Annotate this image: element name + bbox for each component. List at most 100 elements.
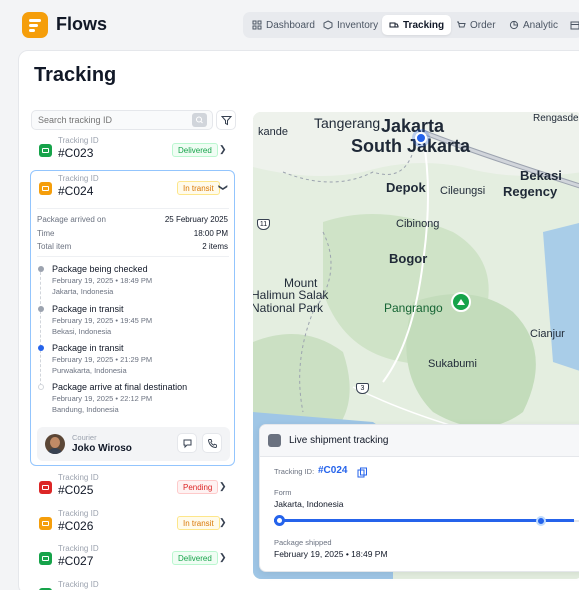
cart-icon bbox=[457, 21, 466, 28]
chevron-right-icon[interactable]: ❯ bbox=[219, 552, 227, 563]
timeline-connector bbox=[40, 272, 41, 309]
truck-icon bbox=[389, 22, 399, 28]
shipment-icon bbox=[39, 481, 52, 494]
main-nav: Dashboard Inventory Tracking Order Analy… bbox=[243, 12, 579, 38]
map-label: Regency bbox=[503, 184, 558, 199]
tracking-id-label: Tracking ID bbox=[58, 473, 99, 482]
timeline-connector bbox=[40, 350, 41, 386]
top-bar: Flows Dashboard Inventory Tracking Order… bbox=[0, 0, 579, 50]
nav-tracking[interactable]: Tracking bbox=[382, 15, 452, 35]
chat-button[interactable] bbox=[177, 433, 197, 453]
shipment-icon bbox=[39, 517, 52, 530]
map-label: Jakarta bbox=[381, 116, 445, 136]
nav-dashboard[interactable]: Dashboard bbox=[245, 15, 322, 35]
from-value: Jakarta, Indonesia bbox=[274, 499, 344, 509]
status-badge: Delivered bbox=[172, 143, 218, 157]
live-tracking-title: Live shipment tracking bbox=[289, 435, 389, 446]
chevron-down-icon[interactable]: ❯ bbox=[217, 184, 228, 192]
brand-name: Flows bbox=[56, 14, 108, 34]
nav-label: Analytic bbox=[523, 19, 559, 31]
tracking-id: #C023 bbox=[58, 146, 94, 160]
chevron-right-icon[interactable]: ❯ bbox=[219, 517, 227, 528]
live-tracking-card: Live shipment tracking Tracking ID: #C02… bbox=[259, 424, 579, 572]
map-label: Cileungsi bbox=[440, 185, 486, 197]
shipment-icon bbox=[39, 552, 52, 565]
map-label: Depok bbox=[386, 180, 426, 195]
nav-label: Inventory bbox=[337, 19, 379, 31]
map-label: Tangerang bbox=[314, 115, 381, 131]
nav-label: Order bbox=[470, 19, 496, 31]
list-item[interactable]: Tracking ID #C026 In transit ❯ bbox=[31, 507, 235, 541]
time-value: 18:00 PM bbox=[193, 229, 228, 238]
call-button[interactable] bbox=[202, 433, 222, 453]
courier-label: Courier bbox=[72, 433, 97, 442]
tracking-id: #C026 bbox=[58, 519, 94, 533]
list-item[interactable]: Tracking ID #C027 Delivered ❯ bbox=[31, 542, 235, 576]
timeline-title: Package in transit bbox=[52, 304, 124, 314]
list-item[interactable]: Tracking ID #C023 Delivered ❯ bbox=[31, 134, 235, 168]
nav-inventory[interactable]: Inventory bbox=[316, 15, 385, 35]
chevron-right-icon[interactable]: ❯ bbox=[219, 144, 227, 155]
nav-order[interactable]: Order bbox=[449, 15, 503, 35]
calendar-icon bbox=[570, 21, 579, 30]
chevron-right-icon[interactable]: ❯ bbox=[219, 481, 227, 492]
tracking-id-label: Tracking ID bbox=[58, 544, 99, 553]
nav-analytic[interactable]: Analytic bbox=[502, 15, 565, 35]
nav-label: Tracking bbox=[403, 19, 445, 31]
filter-button[interactable] bbox=[216, 110, 236, 130]
shipment-icon bbox=[39, 182, 52, 195]
map-label: Pangrango bbox=[384, 301, 443, 315]
search-button[interactable] bbox=[192, 113, 207, 127]
map-label: National Park bbox=[253, 301, 324, 315]
map-label: kande bbox=[258, 126, 288, 138]
list-item[interactable]: Tracking ID bbox=[31, 578, 235, 590]
chat-icon bbox=[183, 439, 191, 448]
search-input[interactable] bbox=[31, 110, 213, 130]
route-progress bbox=[274, 515, 579, 526]
timeline-place: Bandung, Indonesia bbox=[52, 405, 119, 414]
arrived-label: Package arrived on bbox=[37, 215, 106, 224]
map-label: Halimun Salak bbox=[253, 288, 329, 302]
copy-button[interactable] bbox=[357, 465, 368, 483]
live-tracking-header: Live shipment tracking bbox=[260, 425, 579, 457]
tracking-id-value: #C024 bbox=[318, 465, 348, 476]
shipment-icon bbox=[39, 144, 52, 157]
timeline-date: February 19, 2025 • 21:29 PM bbox=[52, 355, 153, 364]
status-badge: In transit bbox=[177, 181, 220, 195]
tracking-id: #C024 bbox=[58, 184, 94, 198]
map-label: Cianjur bbox=[530, 328, 565, 340]
tracking-id-label: Tracking ID bbox=[58, 509, 99, 518]
map-label: Sukabumi bbox=[428, 358, 477, 370]
timeline-title: Package arrive at final destination bbox=[52, 382, 188, 392]
tracking-id: #C027 bbox=[58, 554, 94, 568]
list-item[interactable]: Tracking ID #C025 Pending ❯ bbox=[31, 471, 235, 505]
pie-icon bbox=[509, 20, 519, 30]
timeline-date: February 19, 2025 • 19:45 PM bbox=[52, 316, 153, 325]
timeline-place: Bekasi, Indonesia bbox=[52, 327, 112, 336]
list-item-expanded[interactable]: Tracking ID #C024 In transit ❯ bbox=[31, 172, 235, 206]
timeline-dot bbox=[38, 266, 44, 272]
tracking-id-label: Tracking ID bbox=[58, 174, 99, 183]
arrived-value: 25 February 2025 bbox=[164, 215, 228, 224]
total-value: 2 items bbox=[202, 242, 228, 251]
timeline-place: Purwakarta, Indonesia bbox=[52, 366, 127, 375]
status-badge: In transit bbox=[177, 516, 220, 530]
grid-icon bbox=[252, 20, 262, 30]
nav-more[interactable] bbox=[563, 15, 579, 35]
from-label: Form bbox=[274, 488, 292, 497]
total-label: Total item bbox=[37, 242, 72, 251]
map-label: Rengasdengklok bbox=[533, 113, 579, 124]
timeline-place: Jakarta, Indonesia bbox=[52, 287, 114, 296]
logo-icon bbox=[22, 12, 48, 38]
phone-icon bbox=[207, 438, 217, 448]
courier-name: Joko Wiroso bbox=[72, 443, 132, 454]
timeline-connector bbox=[40, 311, 41, 347]
courier-card: Courier Joko Wiroso bbox=[37, 427, 230, 461]
map-label: South Jakarta bbox=[351, 136, 471, 156]
current-location-marker bbox=[415, 132, 427, 144]
filter-icon bbox=[220, 115, 232, 125]
tracking-id: #C025 bbox=[58, 483, 94, 497]
avatar bbox=[45, 434, 65, 454]
status-badge: Delivered bbox=[172, 551, 218, 565]
search-icon bbox=[196, 116, 203, 124]
